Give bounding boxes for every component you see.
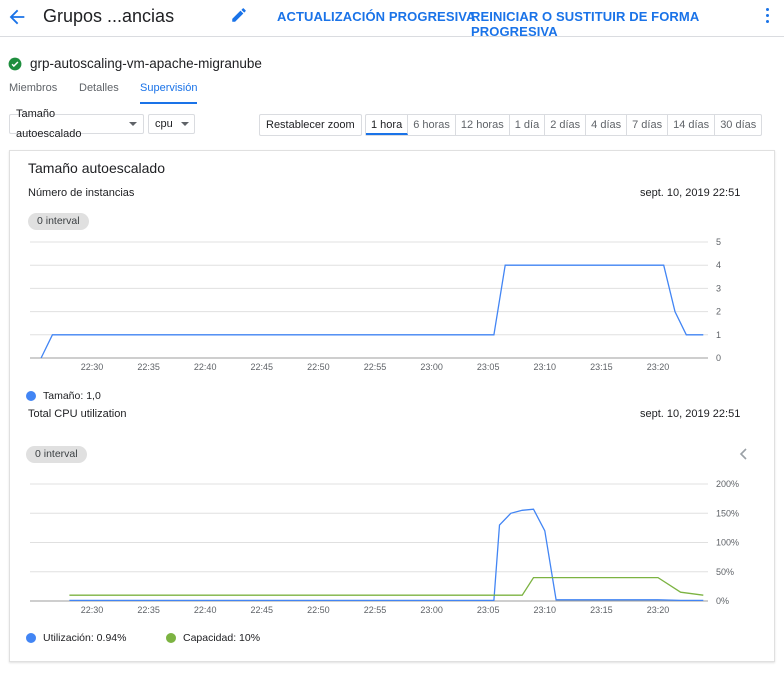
x-tick-label: 22:35 [137, 362, 160, 372]
back-arrow-icon[interactable] [6, 6, 28, 28]
x-tick-label: 23:00 [420, 362, 443, 372]
range-6-horas[interactable]: 6 horas [408, 115, 456, 135]
range-14-dias[interactable]: 14 días [668, 115, 716, 135]
x-tick-label: 23:15 [590, 362, 613, 372]
x-tick-label: 22:40 [194, 362, 217, 372]
more-vert-icon[interactable] [765, 8, 771, 28]
cpu-util-legend-label: Utilización: 0.94% [43, 632, 127, 644]
range-7-dias[interactable]: 7 días [627, 115, 669, 135]
range-1-dia[interactable]: 1 día [510, 115, 546, 135]
y-tick-label: 150% [716, 508, 739, 518]
range-2-dias[interactable]: 2 días [545, 115, 587, 135]
edit-pencil-icon[interactable] [230, 6, 248, 26]
size-interval-chip[interactable]: 0 interval [28, 213, 89, 230]
y-tick-label: 0 [716, 353, 721, 363]
y-tick-label: 5 [716, 237, 721, 247]
series-line-utilización [69, 508, 704, 602]
size-legend-label: Tamaño: 1,0 [43, 390, 101, 402]
tab-miembros[interactable]: Miembros [9, 82, 57, 94]
x-tick-label: 23:20 [647, 605, 670, 615]
check-circle-icon [8, 57, 22, 70]
x-tick-label: 23:00 [420, 605, 443, 615]
legend-dot-icon [166, 633, 176, 643]
y-tick-label: 50% [716, 567, 734, 577]
top-bar: Grupos ...ancias ACTUALIZACIÓN PROGRESIV… [0, 0, 784, 39]
size-metric-label: Número de instancias [28, 187, 135, 199]
x-tick-label: 23:05 [477, 362, 500, 372]
y-tick-label: 2 [716, 307, 721, 317]
active-tab-indicator [140, 102, 197, 104]
metric-select-value: Tamaño autoescalado [16, 108, 82, 140]
size-timestamp: sept. 10, 2019 22:51 [640, 187, 741, 199]
x-tick-label: 22:30 [81, 605, 104, 615]
legend-dot-icon [26, 391, 36, 401]
range-12-horas[interactable]: 12 horas [456, 115, 510, 135]
rolling-restart-replace-button[interactable]: REINICIAR O SUSTITUIR DE FORMA PROGRESIV… [471, 9, 784, 39]
tab-detalles[interactable]: Detalles [79, 82, 119, 94]
size-chart: 0 1 2 3 4 5 22:30 22:35 22:40 22:45 22:50 22:55 23:0… [30, 237, 721, 372]
x-tick-label: 22:50 [307, 605, 330, 615]
y-tick-label: 1 [716, 330, 721, 340]
chevron-down-icon [180, 122, 189, 126]
y-tick-label: 200% [716, 479, 739, 489]
chevron-left-icon[interactable] [739, 447, 749, 460]
x-tick-label: 22:45 [251, 605, 274, 615]
x-tick-label: 22:30 [81, 362, 104, 372]
x-tick-label: 23:05 [477, 605, 500, 615]
time-range-selector: 1 hora 6 horas 12 horas 1 día 2 días 4 d… [365, 114, 763, 136]
x-tick-label: 22:35 [137, 605, 160, 615]
rolling-update-button[interactable]: ACTUALIZACIÓN PROGRESIVA [277, 9, 476, 24]
cpu-select[interactable]: cpu [148, 114, 195, 134]
x-tick-label: 23:15 [590, 605, 613, 615]
x-tick-label: 22:55 [364, 362, 387, 372]
y-tick-label: 100% [716, 538, 739, 548]
cpu-interval-chip[interactable]: 0 interval [26, 446, 87, 463]
x-tick-label: 23:20 [647, 362, 670, 372]
reset-zoom-button[interactable]: Restablecer zoom [259, 114, 362, 136]
series-line-capacidad [69, 576, 704, 596]
x-tick-label: 22:45 [251, 362, 274, 372]
size-legend: Tamaño: 1,0 [26, 390, 101, 402]
x-tick-label: 22:55 [364, 605, 387, 615]
cpu-cap-legend: Capacidad: 10% [166, 632, 260, 644]
metric-select[interactable]: Tamaño autoescalado [9, 108, 144, 140]
cpu-timestamp: sept. 10, 2019 22:51 [640, 408, 741, 420]
x-tick-label: 23:10 [534, 362, 557, 372]
cpu-select-value: cpu [155, 118, 173, 130]
x-tick-label: 22:50 [307, 362, 330, 372]
range-30-dias[interactable]: 30 días [715, 115, 761, 135]
group-name: grp-autoscaling-vm-apache-migranube [30, 56, 262, 71]
group-header: grp-autoscaling-vm-apache-migranube [8, 56, 262, 71]
page-title: Grupos ...ancias [43, 6, 175, 26]
tab-supervision[interactable]: Supervisión [140, 82, 197, 94]
y-tick-label: 3 [716, 283, 721, 293]
y-tick-label: 4 [716, 260, 721, 270]
card-title: Tamaño autoescalado [28, 160, 165, 176]
x-tick-label: 23:10 [534, 605, 557, 615]
chevron-down-icon [129, 122, 137, 126]
cpu-metric-label: Total CPU utilization [28, 408, 127, 420]
x-tick-label: 22:40 [194, 605, 217, 615]
range-1-hora[interactable]: 1 hora [366, 115, 409, 135]
legend-dot-icon [26, 633, 36, 643]
cpu-util-legend: Utilización: 0.94% [26, 632, 126, 644]
range-4-dias[interactable]: 4 días [586, 115, 628, 135]
cpu-chart: 0% 50% 100% 150% 200% 22:30 22:35 22:40 22:45 22:… [30, 479, 739, 615]
y-tick-label: 0% [716, 596, 729, 606]
cpu-cap-legend-label: Capacidad: 10% [183, 632, 261, 644]
